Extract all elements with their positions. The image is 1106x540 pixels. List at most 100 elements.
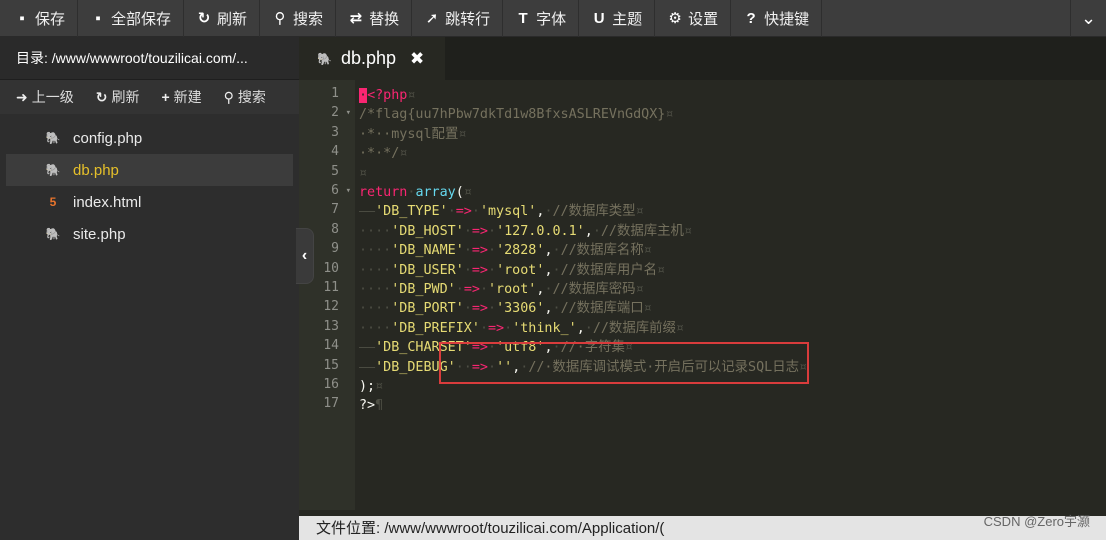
toolbar-button-label: 搜索 <box>293 10 324 28</box>
fold-arrow-icon[interactable]: ▾ <box>346 186 351 196</box>
code-token: //数据库端口 <box>560 301 644 317</box>
line-number-text: 7 <box>331 202 339 218</box>
code-token: ¤ <box>643 243 652 259</box>
toolbar-button-9[interactable]: ? 快捷键 <box>731 0 823 37</box>
line-number-text: 4 <box>331 144 339 160</box>
code-token: 'DB_PORT' <box>391 301 464 317</box>
file-item[interactable]: 🐘 config.php <box>6 122 293 154</box>
file-name: site.php <box>73 225 126 243</box>
file-item[interactable]: 🐘 site.php <box>6 218 293 250</box>
fold-arrow-icon[interactable]: ▾ <box>346 108 351 118</box>
code-token: //数据库名称 <box>560 243 644 259</box>
code-token: '2828' <box>496 243 545 259</box>
line-number-text: 8 <box>331 221 339 237</box>
line-number-text: 10 <box>323 260 339 276</box>
line-number-text: 17 <box>323 396 339 412</box>
code-token: 'DB_USER' <box>391 262 464 278</box>
code-token: ···· <box>359 282 392 297</box>
code-line: ····'DB_NAME'·=>·'2828',·//数据库名称¤ <box>359 241 652 260</box>
code-token: => <box>471 243 488 259</box>
code-line: ¤ <box>359 164 367 183</box>
code-token: return <box>359 185 408 200</box>
toolbar-button-7[interactable]: U 主题 <box>579 0 656 37</box>
code-token: ···· <box>359 223 392 239</box>
toolbar-button-3[interactable]: ⚲ 搜索 <box>260 0 337 37</box>
code-token: ¤ <box>463 185 472 200</box>
code-line: ——'DB_TYPE'·=>·'mysql',·//数据库类型¤ <box>359 202 644 221</box>
refresh-icon: ↻ <box>197 10 211 27</box>
save-all-icon: ▪ <box>95 9 101 27</box>
code-token: 'DB_NAME' <box>391 243 464 259</box>
dir-action-label: 搜索 <box>237 89 266 105</box>
code-line: ····'DB_HOST'·=>·'127.0.0.1',·//数据库主机¤ <box>359 222 692 241</box>
file-item[interactable]: 🐘 db.php <box>6 154 293 186</box>
editor-panel: 🐘 db.php ✖ 1 2 ▾ 3 4 5 6 ▾ 7 8 9 10 11 12 13 14 15 16 17 ·… <box>299 37 1106 540</box>
code-token: 'DB_TYPE' <box>375 204 448 220</box>
line-number: 12 <box>299 299 355 318</box>
code-token: · <box>455 282 464 297</box>
file-name: config.php <box>73 129 143 147</box>
code-token: <?php <box>367 88 408 103</box>
code-token: · <box>552 243 561 259</box>
code-token: · <box>463 243 472 259</box>
code-token: => <box>455 204 472 220</box>
code-line: ·*·*/¤ <box>359 144 407 163</box>
toolbar-button-5[interactable]: ➚ 跳转行 <box>412 0 504 37</box>
code-line: return·array(¤ <box>359 183 472 202</box>
code-line: ·*··mysql配置¤ <box>359 125 466 144</box>
code-token: —— <box>359 359 376 375</box>
dir-action-3[interactable]: ⚲ 搜索 <box>224 87 266 107</box>
code-token: · <box>552 262 561 278</box>
code-token: ···· <box>359 243 392 259</box>
code-token: ·*·*/ <box>359 146 400 162</box>
goto-line-icon: ➚ <box>425 10 439 27</box>
code-token: ···· <box>359 262 392 278</box>
toolbar-button-label: 保存 <box>35 10 66 28</box>
code-token: · <box>488 262 497 278</box>
code-line: ····'DB_PWD'·=>·'root',·//数据库密码¤ <box>359 280 644 299</box>
code-token: ¤ <box>635 204 644 220</box>
toolbar-button-4[interactable]: ⇄ 替换 <box>336 0 413 37</box>
code-token: //数据库类型 <box>552 204 636 220</box>
line-number-text: 3 <box>331 124 339 140</box>
toolbar-button-2[interactable]: ↻ 刷新 <box>184 0 261 37</box>
toolbar-button-6[interactable]: T 字体 <box>503 0 580 37</box>
tab-db-php[interactable]: 🐘 db.php ✖ <box>299 37 445 80</box>
directory-path: 目录: /www/wwwroot/touzilicai.com/... <box>0 37 299 80</box>
line-number-text: 5 <box>331 163 339 179</box>
toolbar-button-label: 快捷键 <box>764 10 810 28</box>
code-token: ¤ <box>359 165 368 181</box>
code-line: /*flag{uu7hPbw7dkTd1w8BfxsASLREVnGdQX}¤ <box>359 105 673 124</box>
code-token: 'root' <box>488 282 537 297</box>
line-number: 13 <box>299 319 355 338</box>
toolbar-button-1[interactable]: ▪ 全部保存 <box>78 0 185 37</box>
dir-action-0[interactable]: ➜ 上一级 <box>16 87 74 107</box>
code-token: · <box>488 243 497 259</box>
code-token: ¤ <box>643 301 652 317</box>
line-number-text: 16 <box>323 377 339 392</box>
editor-toolbar: ▪ 保存 ▪ 全部保存 ↻ 刷新 ⚲ 搜索 ⇄ 替换 ➚ 跳转行 T 字体 U 主题 ⚙ 设置? 快捷键 <box>0 0 1106 37</box>
code-token: 'mysql' <box>479 204 537 220</box>
code-token: /*flag{uu7hPbw7dkTd1w8BfxsASLREVnGdQX} <box>359 107 666 123</box>
code-token: '127.0.0.1' <box>496 223 585 239</box>
file-item[interactable]: 5 index.html <box>6 186 293 218</box>
code-token: => <box>463 282 480 297</box>
toolbar-button-label: 设置 <box>688 10 719 28</box>
sidebar-collapse-toggle[interactable]: ‹ <box>296 228 314 284</box>
dir-action-label: 上一级 <box>31 89 74 105</box>
php-file-icon: 🐘 <box>45 131 61 145</box>
code-token: array <box>415 185 456 200</box>
toolbar-button-0[interactable]: ▪ 保存 <box>0 0 79 37</box>
code-token: · <box>584 320 593 336</box>
code-token: //数据库主机 <box>600 223 684 239</box>
dir-action-2[interactable]: + 新建 <box>161 87 201 107</box>
toolbar-button-8[interactable]: ⚙ 设置 <box>655 0 732 37</box>
file-name: index.html <box>73 193 142 211</box>
code-area[interactable]: · <?php ¤ /*flag{uu7hPbw7dkTd1w8BfxsASLREVn… <box>355 80 1106 510</box>
toolbar-button-label: 跳转行 <box>445 10 491 28</box>
collapse-toolbar-button[interactable]: ⌄ <box>1070 0 1106 37</box>
dir-action-1[interactable]: ↻ 刷新 <box>96 87 140 107</box>
line-number: 5 <box>299 164 355 183</box>
code-token: ···· <box>359 320 392 336</box>
close-icon[interactable]: ✖ <box>410 49 424 69</box>
